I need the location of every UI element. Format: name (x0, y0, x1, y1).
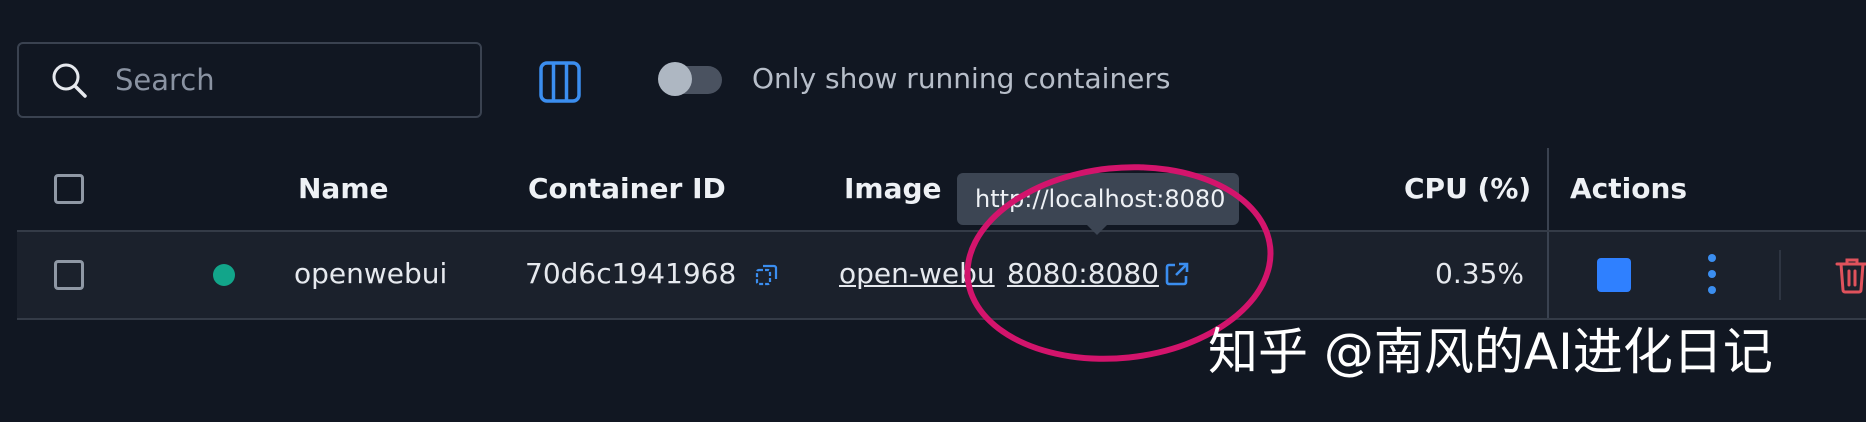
external-link-icon[interactable] (1163, 260, 1191, 288)
column-header-cpu[interactable]: CPU (%) (1404, 172, 1531, 205)
image-link[interactable]: open-webu (839, 257, 995, 290)
actions-divider (1779, 250, 1781, 300)
search-icon (52, 63, 87, 98)
docker-containers-view: Only show running containers Name Contai… (0, 0, 1866, 422)
container-name[interactable]: openwebui (294, 257, 447, 290)
select-all-checkbox[interactable] (54, 174, 84, 204)
running-only-label: Only show running containers (752, 62, 1171, 95)
running-only-toggle[interactable] (658, 62, 722, 96)
stop-icon[interactable] (1597, 258, 1631, 292)
column-header-container-id[interactable]: Container ID (528, 172, 726, 205)
more-vertical-icon[interactable] (1707, 254, 1717, 296)
watermark: 知乎 @南风的AI进化日记 (1208, 323, 1773, 381)
row-actions (1547, 232, 1866, 318)
column-header-name[interactable]: Name (298, 172, 389, 205)
port-link[interactable]: 8080:8080 (1007, 257, 1159, 290)
container-id: 70d6c1941968 (525, 257, 737, 290)
copy-icon[interactable] (754, 262, 780, 288)
column-header-actions: Actions (1570, 172, 1688, 205)
trash-icon[interactable] (1834, 256, 1866, 294)
search-input[interactable] (113, 62, 457, 98)
status-running-indicator (213, 264, 235, 286)
table-header: Name Container ID Image CPU (%) Actions (0, 150, 1866, 230)
columns-icon[interactable] (538, 60, 582, 104)
search-box[interactable] (17, 42, 482, 118)
column-header-image[interactable]: Image (844, 172, 942, 205)
toggle-knob (658, 62, 692, 96)
header-divider (1547, 148, 1549, 230)
table-row[interactable]: openwebui 70d6c1941968 open-webu 8080:80… (17, 230, 1866, 320)
row-checkbox[interactable] (54, 260, 84, 290)
port-tooltip: http://localhost:8080 (957, 173, 1239, 235)
cpu-usage: 0.35% (1435, 257, 1524, 290)
